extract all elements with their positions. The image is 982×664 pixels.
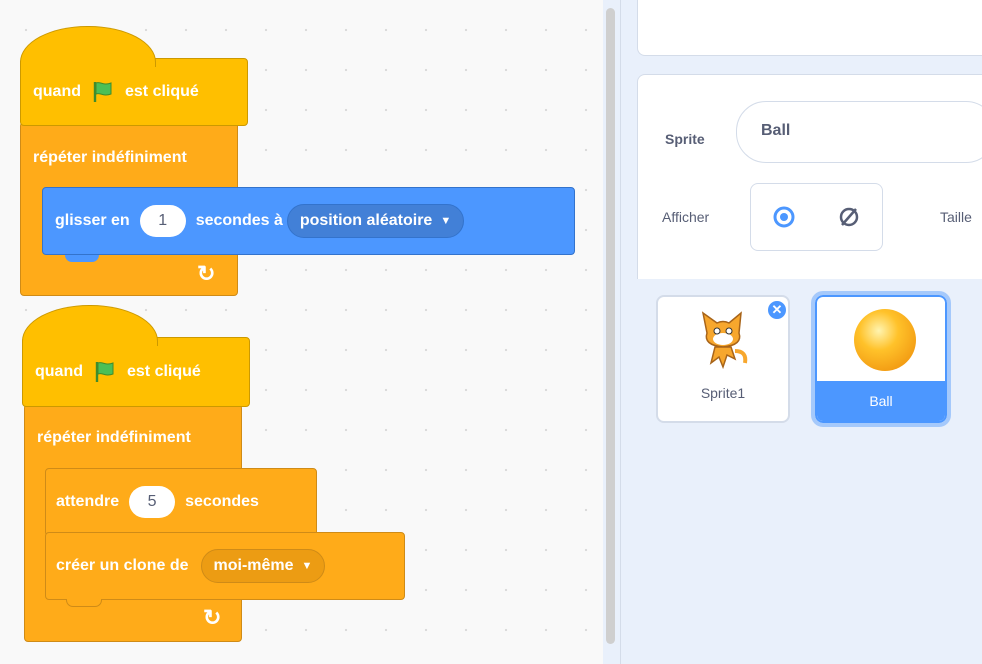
clone-target-dropdown[interactable]: moi-même ▼: [200, 549, 326, 583]
glide-label-before: glisser en: [55, 212, 130, 229]
sprite-tile-inner: Ball: [815, 295, 947, 423]
forever-label: répéter indéfiniment: [37, 429, 191, 446]
clone-target-value: moi-même: [213, 557, 294, 574]
sprite-list-panel: Sprite1 Ball ✕: [637, 279, 982, 664]
create-clone-block[interactable]: créer un clone de moi-même ▼: [45, 532, 405, 607]
cat-sprite-thumbnail: [701, 311, 748, 370]
clone-label-before: créer un clone de: [56, 557, 189, 574]
chevron-down-icon: ▼: [440, 215, 452, 227]
show-label: Afficher: [662, 209, 710, 225]
green-flag-icon: [93, 82, 112, 102]
wait-seconds-input[interactable]: 5: [129, 486, 176, 518]
wait-block[interactable]: attendre 5 secondes: [45, 468, 317, 536]
sprite-tile-name: Ball: [869, 393, 893, 409]
vertical-scrollbar[interactable]: [606, 8, 615, 644]
stage-panel: [637, 0, 982, 56]
block-notch: [66, 599, 102, 607]
forever-label: répéter indéfiniment: [33, 149, 187, 166]
glide-seconds-input[interactable]: 1: [139, 205, 186, 237]
chevron-down-icon: ▼: [301, 560, 313, 572]
hat-cap: [20, 26, 156, 67]
eye-slash-icon: [839, 207, 859, 227]
loop-arrow-icon: ↻: [203, 605, 222, 630]
hide-sprite-button[interactable]: [816, 183, 883, 251]
when-flag-clicked-block[interactable]: quand est cliqué: [22, 305, 250, 407]
glide-to-block[interactable]: glisser en 1 secondes à position aléatoi…: [42, 187, 575, 262]
glide-target-value: position aléatoire: [299, 212, 433, 229]
hat-cap: [22, 305, 158, 346]
delete-sprite-button[interactable]: ✕: [766, 299, 788, 321]
eye-icon: [773, 206, 794, 228]
panel-divider: [620, 0, 621, 664]
hat-label-before: quand: [33, 83, 81, 100]
ball-sprite-thumbnail: [854, 309, 916, 371]
when-flag-clicked-block[interactable]: quand est cliqué: [20, 26, 248, 126]
sprite-tile-ball[interactable]: Ball: [811, 291, 951, 427]
block-notch: [65, 255, 99, 262]
hat-label-before: quand: [35, 363, 83, 380]
selected-name-strip: Ball: [817, 381, 945, 421]
sprite-label: Sprite: [665, 131, 705, 147]
close-icon: ✕: [771, 302, 783, 317]
loop-arrow-icon: ↻: [197, 261, 216, 286]
show-sprite-button[interactable]: [750, 183, 817, 251]
sprite-tile-name: Sprite1: [700, 385, 746, 401]
sprite-name-input[interactable]: Ball: [736, 101, 982, 163]
hat-label-after: est cliqué: [127, 363, 201, 380]
wait-label-before: attendre: [56, 493, 120, 510]
green-flag-icon: [95, 362, 114, 382]
glide-label-middle: secondes à: [195, 212, 283, 229]
hat-label-after: est cliqué: [125, 83, 199, 100]
sprite-info-panel: Sprite Ball Afficher Taille: [637, 74, 982, 279]
size-label: Taille: [940, 209, 972, 225]
wait-label-after: secondes: [185, 493, 259, 510]
glide-target-dropdown[interactable]: position aléatoire ▼: [286, 204, 465, 238]
code-area[interactable]: quand est cliqué répéter indéfiniment ↻ …: [0, 0, 603, 664]
